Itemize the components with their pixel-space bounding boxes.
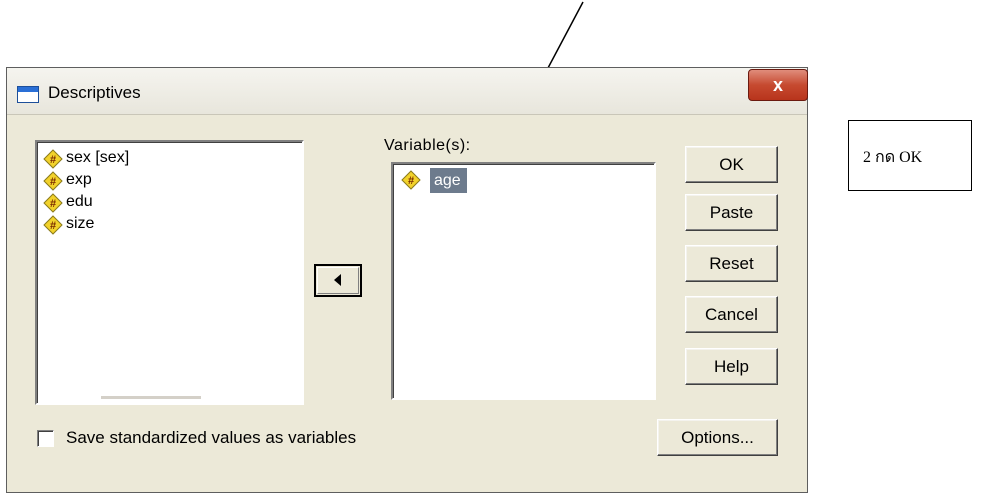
scale-variable-icon: # bbox=[43, 171, 63, 191]
paste-button[interactable]: Paste bbox=[685, 194, 778, 231]
list-item-label: size bbox=[66, 215, 95, 232]
cancel-button[interactable]: Cancel bbox=[685, 296, 778, 333]
help-button[interactable]: Help bbox=[685, 348, 778, 385]
list-item-label: age bbox=[430, 168, 467, 193]
svg-text:#: # bbox=[50, 176, 56, 188]
save-standardized-checkbox[interactable] bbox=[37, 430, 54, 447]
annotation-text: 2 กด OK bbox=[863, 149, 923, 166]
annotation-box: 2 กด OK bbox=[848, 120, 972, 191]
reset-button[interactable]: Reset bbox=[685, 245, 778, 282]
svg-text:#: # bbox=[50, 154, 56, 166]
list-item-label: exp bbox=[66, 171, 92, 188]
save-standardized-label: Save standardized values as variables bbox=[66, 428, 357, 447]
svg-text:#: # bbox=[50, 220, 56, 232]
window-icon bbox=[17, 86, 39, 103]
svg-text:#: # bbox=[408, 175, 414, 187]
title-bar[interactable]: Descriptives x bbox=[7, 68, 808, 115]
list-item-label: sex [sex] bbox=[66, 149, 130, 166]
target-variable-list[interactable]: # age bbox=[391, 162, 656, 400]
scale-variable-icon: # bbox=[43, 149, 63, 169]
svg-text:#: # bbox=[50, 198, 56, 210]
scale-variable-icon: # bbox=[43, 215, 63, 235]
close-icon: x bbox=[772, 75, 783, 95]
move-variable-button[interactable] bbox=[314, 264, 362, 297]
scale-variable-icon: # bbox=[401, 170, 421, 190]
source-variable-list[interactable]: # sex [sex] # exp # edu # size bbox=[35, 140, 304, 405]
horizontal-scrollbar[interactable] bbox=[101, 396, 201, 399]
scale-variable-icon: # bbox=[43, 193, 63, 213]
options-button[interactable]: Options... bbox=[657, 419, 778, 456]
target-list-caption: Variable(s): bbox=[384, 137, 471, 154]
list-item-label: edu bbox=[66, 193, 93, 210]
descriptives-dialog: Descriptives x # sex [sex] # exp # edu #… bbox=[6, 67, 808, 493]
close-button[interactable]: x bbox=[748, 69, 808, 101]
ok-button[interactable]: OK bbox=[685, 146, 778, 183]
dialog-title: Descriptives bbox=[48, 83, 141, 102]
arrow-left-icon bbox=[334, 274, 341, 286]
